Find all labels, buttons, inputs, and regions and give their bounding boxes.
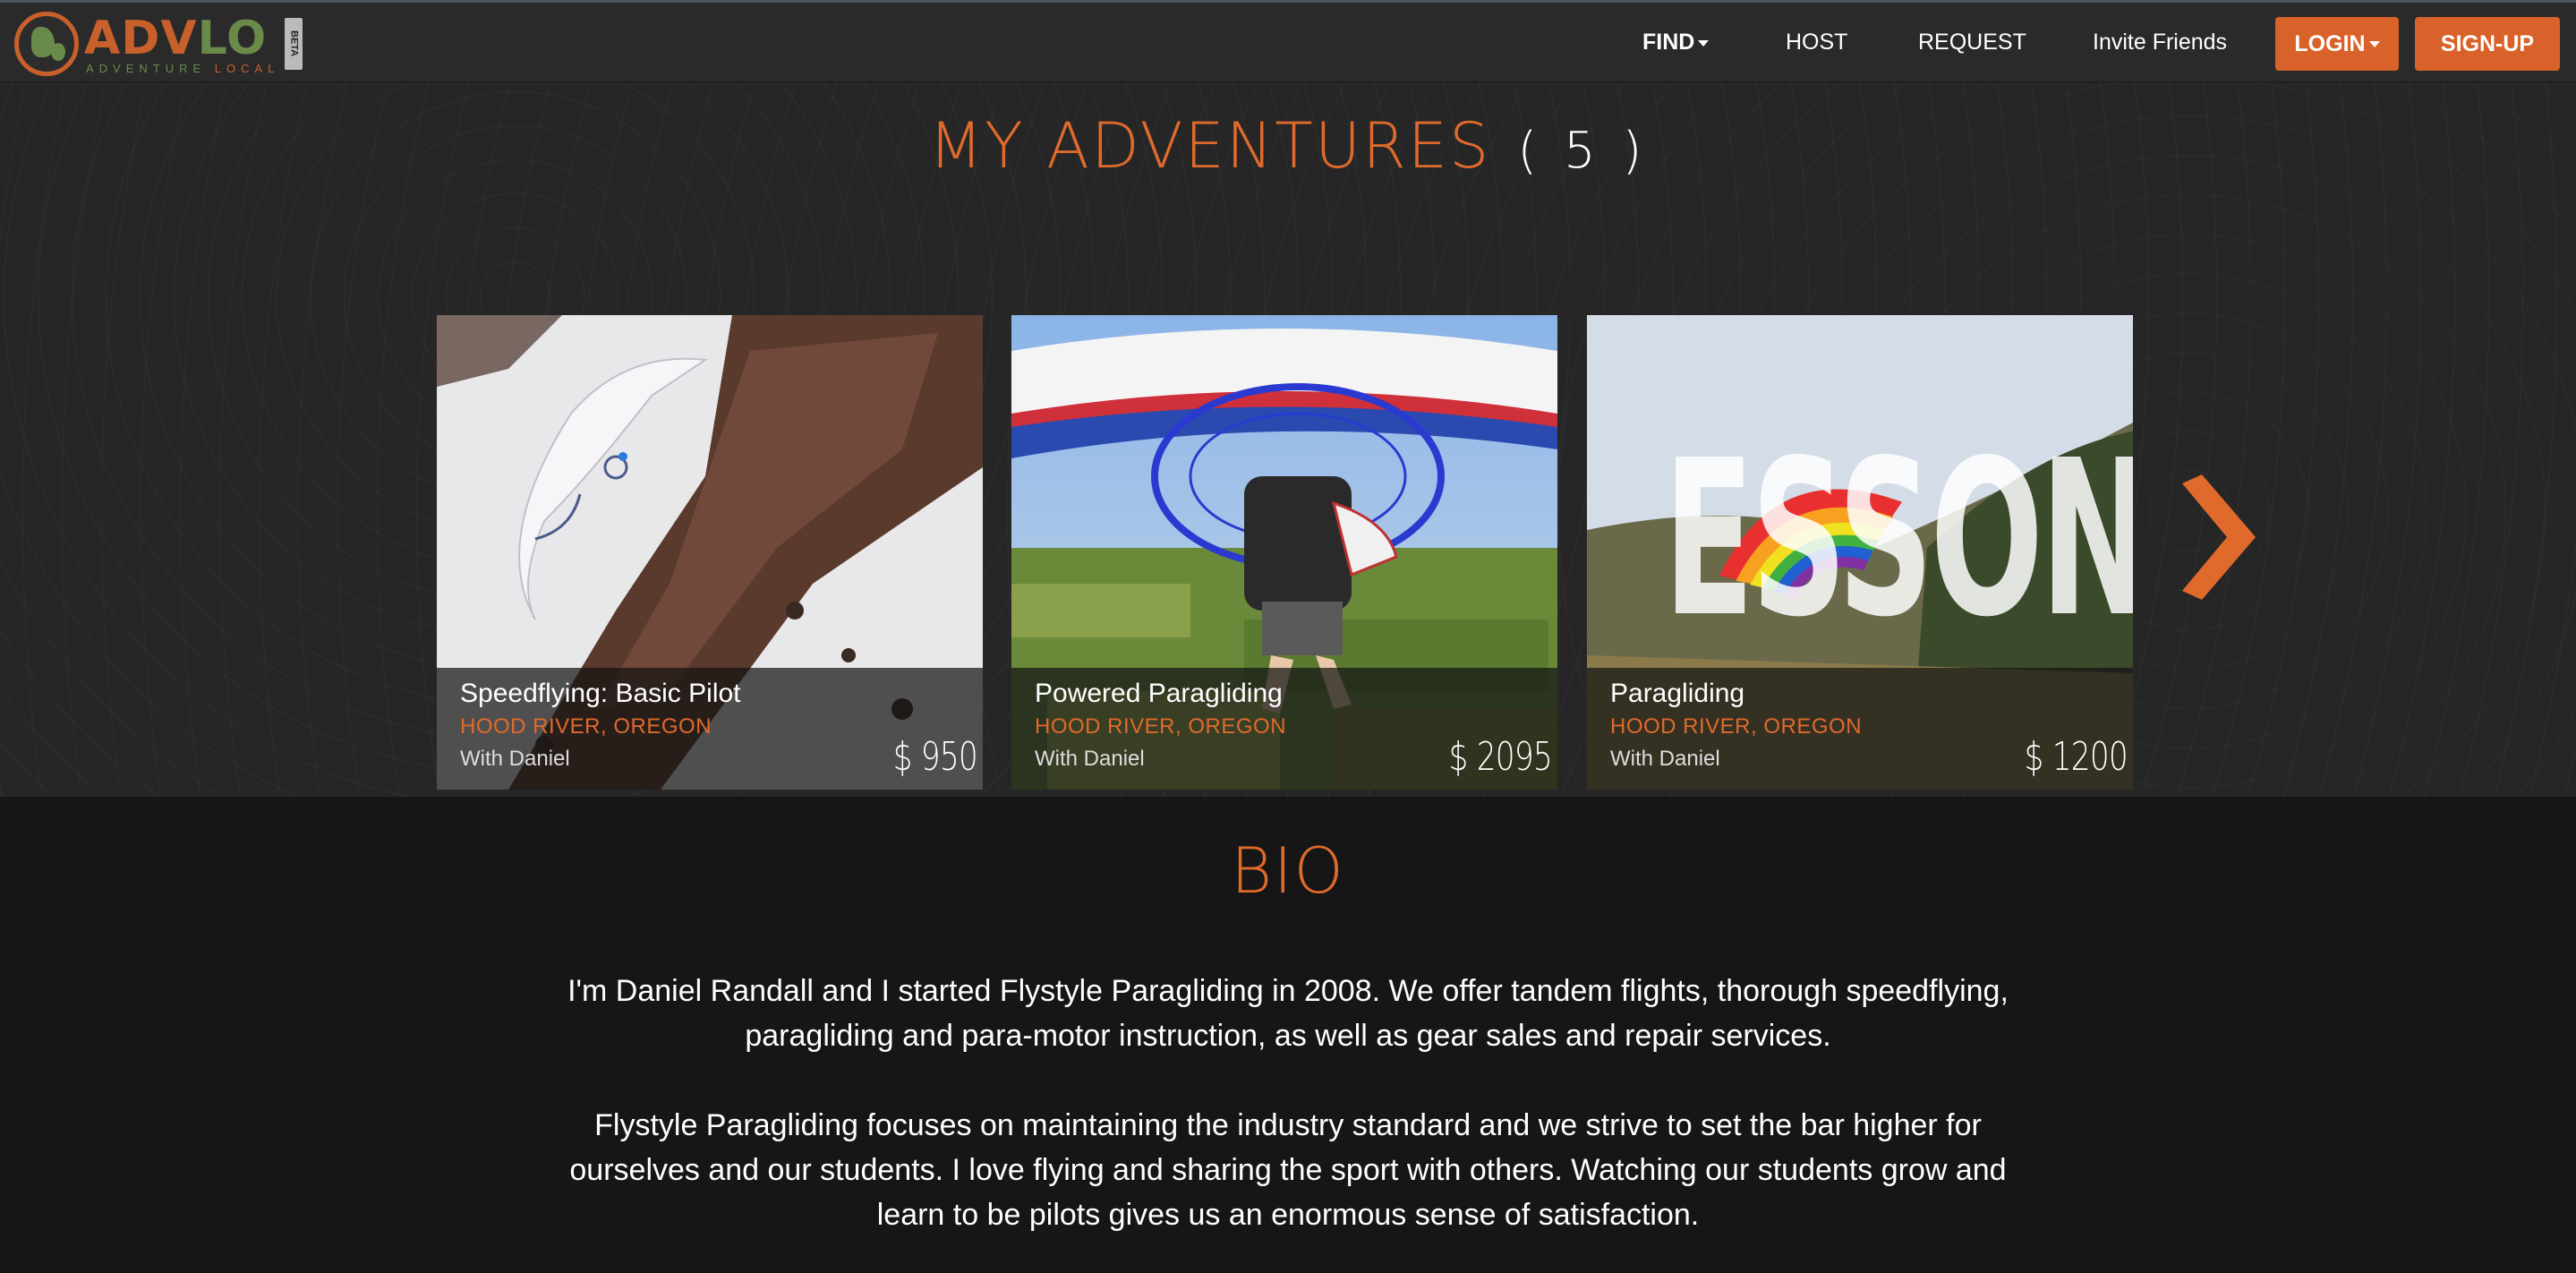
login-button[interactable]: LOGIN — [2275, 17, 2399, 71]
bio-paragraph: Flystyle Paragliding focuses on maintain… — [537, 1103, 2039, 1237]
request-link[interactable]: REQUEST — [1918, 30, 2026, 56]
find-menu[interactable]: FIND — [1642, 30, 1710, 56]
bio-heading: BIO — [1231, 834, 1345, 908]
card-price: $ 950 — [892, 734, 978, 780]
find-label: FIND — [1642, 30, 1695, 55]
bio-line: learn to be pilots gives us an enormous … — [876, 1198, 1700, 1232]
card-title: Speedflying: Basic Pilot — [460, 679, 741, 708]
bio-line: ourselves and our students. I love flyin… — [569, 1153, 2007, 1187]
bio-paragraph: I'm Daniel Randall and I started Flystyl… — [537, 969, 2039, 1058]
beta-badge: BETA — [285, 18, 303, 70]
logo-tagline-local: LOCAL — [214, 61, 280, 75]
card-host: With Daniel — [1035, 747, 1145, 771]
host-link[interactable]: HOST — [1786, 30, 1847, 56]
adventure-card[interactable]: Speedflying: Basic Pilot HOOD RIVER, ORE… — [437, 315, 983, 790]
adventure-card[interactable]: Powered Paragliding HOOD RIVER, OREGON W… — [1011, 315, 1557, 790]
logo-tagline-adventure: ADVENTURE — [86, 61, 215, 75]
my-adventures-section: MY ADVENTURES ( 5 ) Speedflying: Basic Pi… — [0, 82, 2576, 797]
card-location: HOOD RIVER, OREGON — [1610, 714, 1863, 739]
globe-logo-icon — [14, 12, 79, 76]
login-label: LOGIN — [2294, 30, 2366, 56]
bio-section: BIO I'm Daniel Randall and I started Fly… — [0, 797, 2576, 1273]
card-host: With Daniel — [460, 747, 570, 771]
advlo-logo[interactable]: ADVLO ADVENTURE LOCAL BETA — [14, 10, 303, 78]
adventure-count: ( 5 ) — [1517, 122, 1648, 180]
card-title: Powered Paragliding — [1035, 679, 1283, 708]
card-price: $ 2095 — [1448, 734, 1553, 780]
card-price: $ 1200 — [2024, 734, 2128, 780]
card-title: Paragliding — [1610, 679, 1745, 708]
logo-text-adv: ADV — [84, 11, 198, 65]
invite-friends-link[interactable]: Invite Friends — [2093, 30, 2227, 56]
adventures-title: MY ADVENTURES — [928, 109, 1491, 183]
card-location: HOOD RIVER, OREGON — [460, 714, 712, 739]
bio-line: Flystyle Paragliding focuses on maintain… — [594, 1108, 1982, 1142]
caret-down-icon — [2368, 40, 2380, 47]
adventure-card[interactable]: ESSON Paragliding HOOD RIVER, OREGON Wit… — [1587, 315, 2133, 790]
caret-down-icon — [1698, 39, 1710, 47]
top-navbar: ADVLO ADVENTURE LOCAL BETA FIND HOST REQ… — [0, 0, 2576, 82]
card-host: With Daniel — [1610, 747, 1720, 771]
bio-line: I'm Daniel Randall and I started Flystyl… — [567, 974, 2009, 1008]
chevron-right-icon[interactable] — [2175, 474, 2256, 600]
logo-text-lo: LO — [197, 11, 268, 65]
signup-button[interactable]: SIGN-UP — [2415, 17, 2560, 71]
lesson-image-text: ESSON — [1663, 414, 2133, 664]
card-location: HOOD RIVER, OREGON — [1035, 714, 1287, 739]
logo-wordmark: ADVLO ADVENTURE LOCAL — [84, 13, 279, 75]
bio-line: paragliding and para-motor instruction, … — [745, 1019, 1831, 1053]
adventures-heading: MY ADVENTURES ( 5 ) — [0, 109, 2576, 183]
